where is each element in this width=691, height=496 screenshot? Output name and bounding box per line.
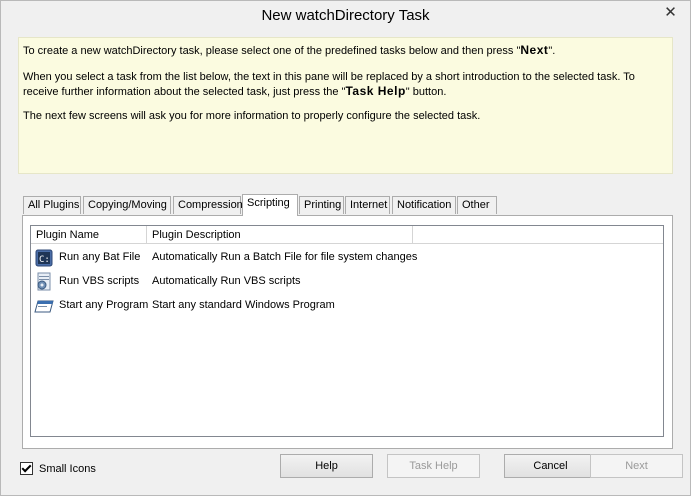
info-key-next: Next — [520, 43, 549, 57]
list-item[interactable]: Start any Program Start any standard Win… — [31, 294, 663, 318]
plugin-name: Start any Program — [59, 299, 149, 311]
column-header-empty — [413, 226, 663, 244]
tab-other[interactable]: Other — [457, 196, 497, 214]
plugin-name: Run VBS scripts — [59, 275, 140, 287]
info-key-task-help: Task Help — [345, 84, 406, 98]
task-help-button[interactable]: Task Help — [387, 454, 480, 478]
tab-all-plugins[interactable]: All Plugins — [23, 196, 81, 214]
title-bar[interactable]: New watchDirectory Task ✕ — [1, 1, 690, 31]
info-paragraph-3: The next few screens will ask you for mo… — [23, 110, 481, 122]
batch-file-icon: C: — [35, 249, 53, 267]
small-icons-label: Small Icons — [39, 462, 96, 475]
window-title: New watchDirectory Task — [261, 7, 430, 24]
plugin-description: Automatically Run a Batch File for file … — [152, 251, 418, 263]
cancel-button[interactable]: Cancel — [504, 454, 597, 478]
small-icons-checkbox[interactable] — [20, 462, 33, 475]
help-button[interactable]: Help — [280, 454, 373, 478]
column-header-plugin-name[interactable]: Plugin Name — [31, 226, 147, 244]
info-paragraph-1: To create a new watchDirectory task, ple… — [23, 43, 671, 58]
info-text: ". — [548, 45, 556, 57]
plugin-description: Automatically Run VBS scripts — [152, 275, 301, 287]
info-paragraph-2: When you select a task from the list bel… — [23, 70, 671, 99]
info-text: To create a new watchDirectory task, ple… — [23, 45, 521, 57]
vbs-script-icon — [37, 272, 51, 291]
tab-compression[interactable]: Compression — [173, 196, 243, 214]
program-window-icon — [34, 300, 54, 313]
small-icons-checkbox-row[interactable]: Small Icons — [20, 462, 96, 475]
tab-scripting[interactable]: Scripting — [242, 194, 298, 216]
tab-printing[interactable]: Printing — [299, 196, 344, 214]
next-button[interactable]: Next — [590, 454, 683, 478]
plugin-list[interactable]: Plugin Name Plugin Description C: Run an… — [30, 225, 664, 437]
list-item[interactable]: Run VBS scripts Automatically Run VBS sc… — [31, 270, 663, 294]
dialog-window: New watchDirectory Task ✕ To create a ne… — [0, 0, 691, 496]
svg-text:C:: C: — [39, 255, 50, 265]
info-panel: To create a new watchDirectory task, ple… — [18, 37, 673, 174]
info-text: " button. — [405, 86, 447, 98]
column-header-plugin-description[interactable]: Plugin Description — [147, 226, 413, 244]
close-button[interactable]: ✕ — [657, 1, 684, 22]
plugin-name: Run any Bat File — [59, 251, 141, 263]
info-text: When you select a task from the list bel… — [23, 71, 635, 98]
list-item[interactable]: C: Run any Bat File Automatically Run a … — [31, 246, 663, 270]
tab-notification[interactable]: Notification — [392, 196, 456, 214]
plugin-description: Start any standard Windows Program — [152, 299, 335, 311]
close-icon: ✕ — [664, 3, 677, 21]
tab-internet[interactable]: Internet — [345, 196, 390, 214]
tab-copying-moving[interactable]: Copying/Moving — [83, 196, 171, 214]
